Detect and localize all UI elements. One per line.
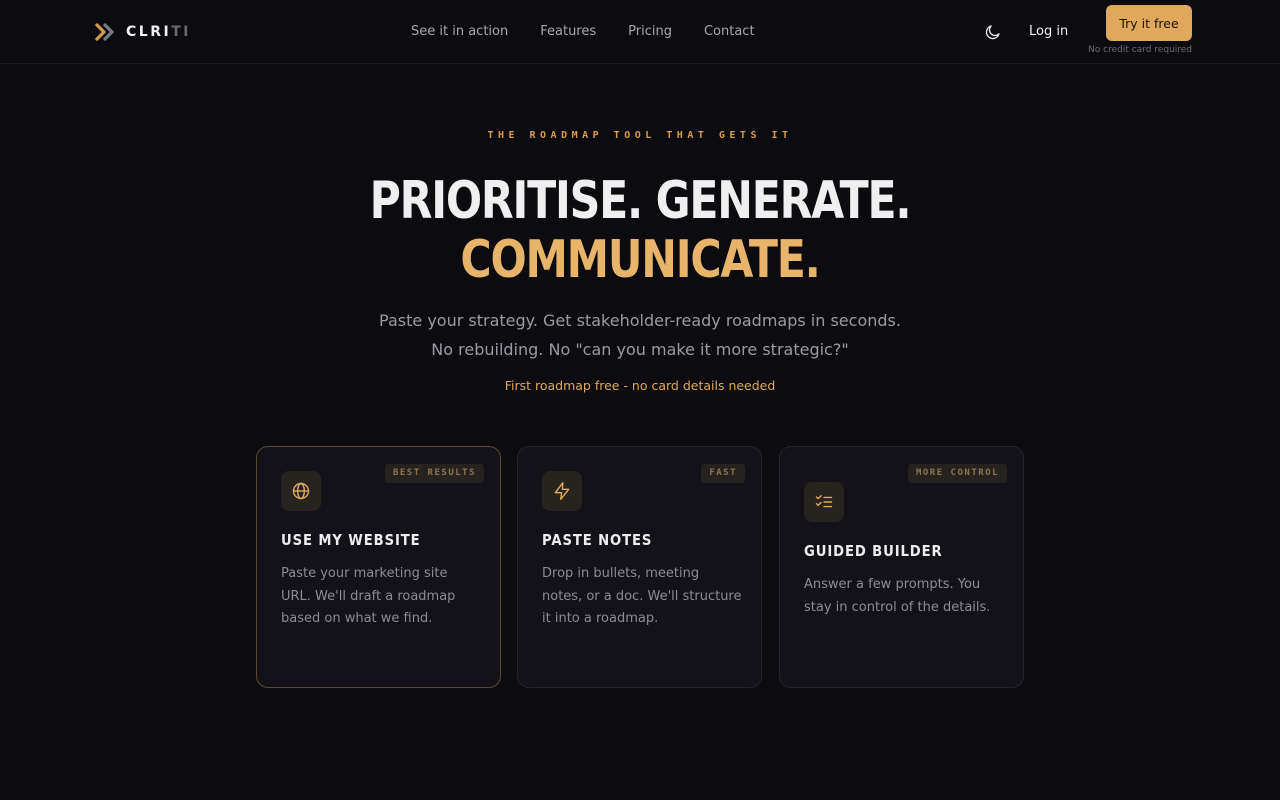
card-description: Paste your marketing site URL. We'll dra… — [281, 566, 456, 626]
card-description: Drop in bullets, meeting notes, or a doc… — [542, 566, 742, 626]
card-icon-box — [542, 471, 582, 511]
option-card-paste-notes[interactable]: FAST PASTE NOTES Drop in bullets, meetin… — [517, 446, 762, 688]
logo-chevrons-icon — [94, 22, 114, 42]
brand-name-dim: TI — [171, 24, 191, 40]
nav-link-see-it-in-action[interactable]: See it in action — [411, 24, 508, 39]
lightning-icon — [554, 481, 570, 501]
card-badge: BEST RESULTS — [384, 464, 484, 483]
brand-name-bright: CLRI — [126, 24, 172, 40]
headline-line-2: COMMUNICATE. — [460, 230, 820, 290]
card-badge: FAST — [701, 464, 745, 483]
option-card-guided-builder[interactable]: MORE CONTROL GUIDED BUILDER Answer a few… — [779, 446, 1024, 688]
card-description: Answer a few prompts. You stay in contro… — [804, 577, 991, 615]
login-link[interactable]: Log in — [1029, 24, 1068, 39]
checklist-icon — [815, 495, 833, 508]
try-it-free-button[interactable]: Try it free — [1106, 5, 1192, 41]
brand-name: CLRITI — [126, 24, 191, 40]
nav-link-pricing[interactable]: Pricing — [628, 24, 672, 39]
globe-icon — [292, 482, 310, 500]
hero-eyebrow: THE ROADMAP TOOL THAT GETS IT — [487, 130, 793, 141]
hero-subhead: Paste your strategy. Get stakeholder-rea… — [379, 311, 901, 359]
free-roadmap-note: First roadmap free - no card details nee… — [504, 378, 776, 393]
card-title: PASTE NOTES — [542, 531, 653, 549]
nav-links: See it in action Features Pricing Contac… — [411, 24, 755, 39]
card-title: GUIDED BUILDER — [804, 542, 943, 560]
no-credit-card-note: No credit card required — [1088, 45, 1192, 55]
card-badge: MORE CONTROL — [907, 464, 1007, 483]
card-title: USE MY WEBSITE — [281, 531, 421, 549]
card-icon-box — [804, 482, 844, 522]
headline-line-1: PRIORITISE. GENERATE. — [369, 171, 912, 231]
logo[interactable]: CLRITI — [94, 21, 191, 43]
card-icon-box — [281, 471, 321, 511]
nav-link-contact[interactable]: Contact — [704, 24, 755, 39]
moon-icon[interactable] — [984, 23, 1002, 41]
top-nav: CLRITI See it in action Features Pricing… — [0, 0, 1280, 64]
option-card-use-my-website[interactable]: BEST RESULTS USE MY WEBSITE Paste your m… — [256, 446, 501, 688]
hero-headline: PRIORITISE. GENERATE. COMMUNICATE. — [115, 172, 1165, 290]
nav-link-features[interactable]: Features — [540, 24, 596, 39]
